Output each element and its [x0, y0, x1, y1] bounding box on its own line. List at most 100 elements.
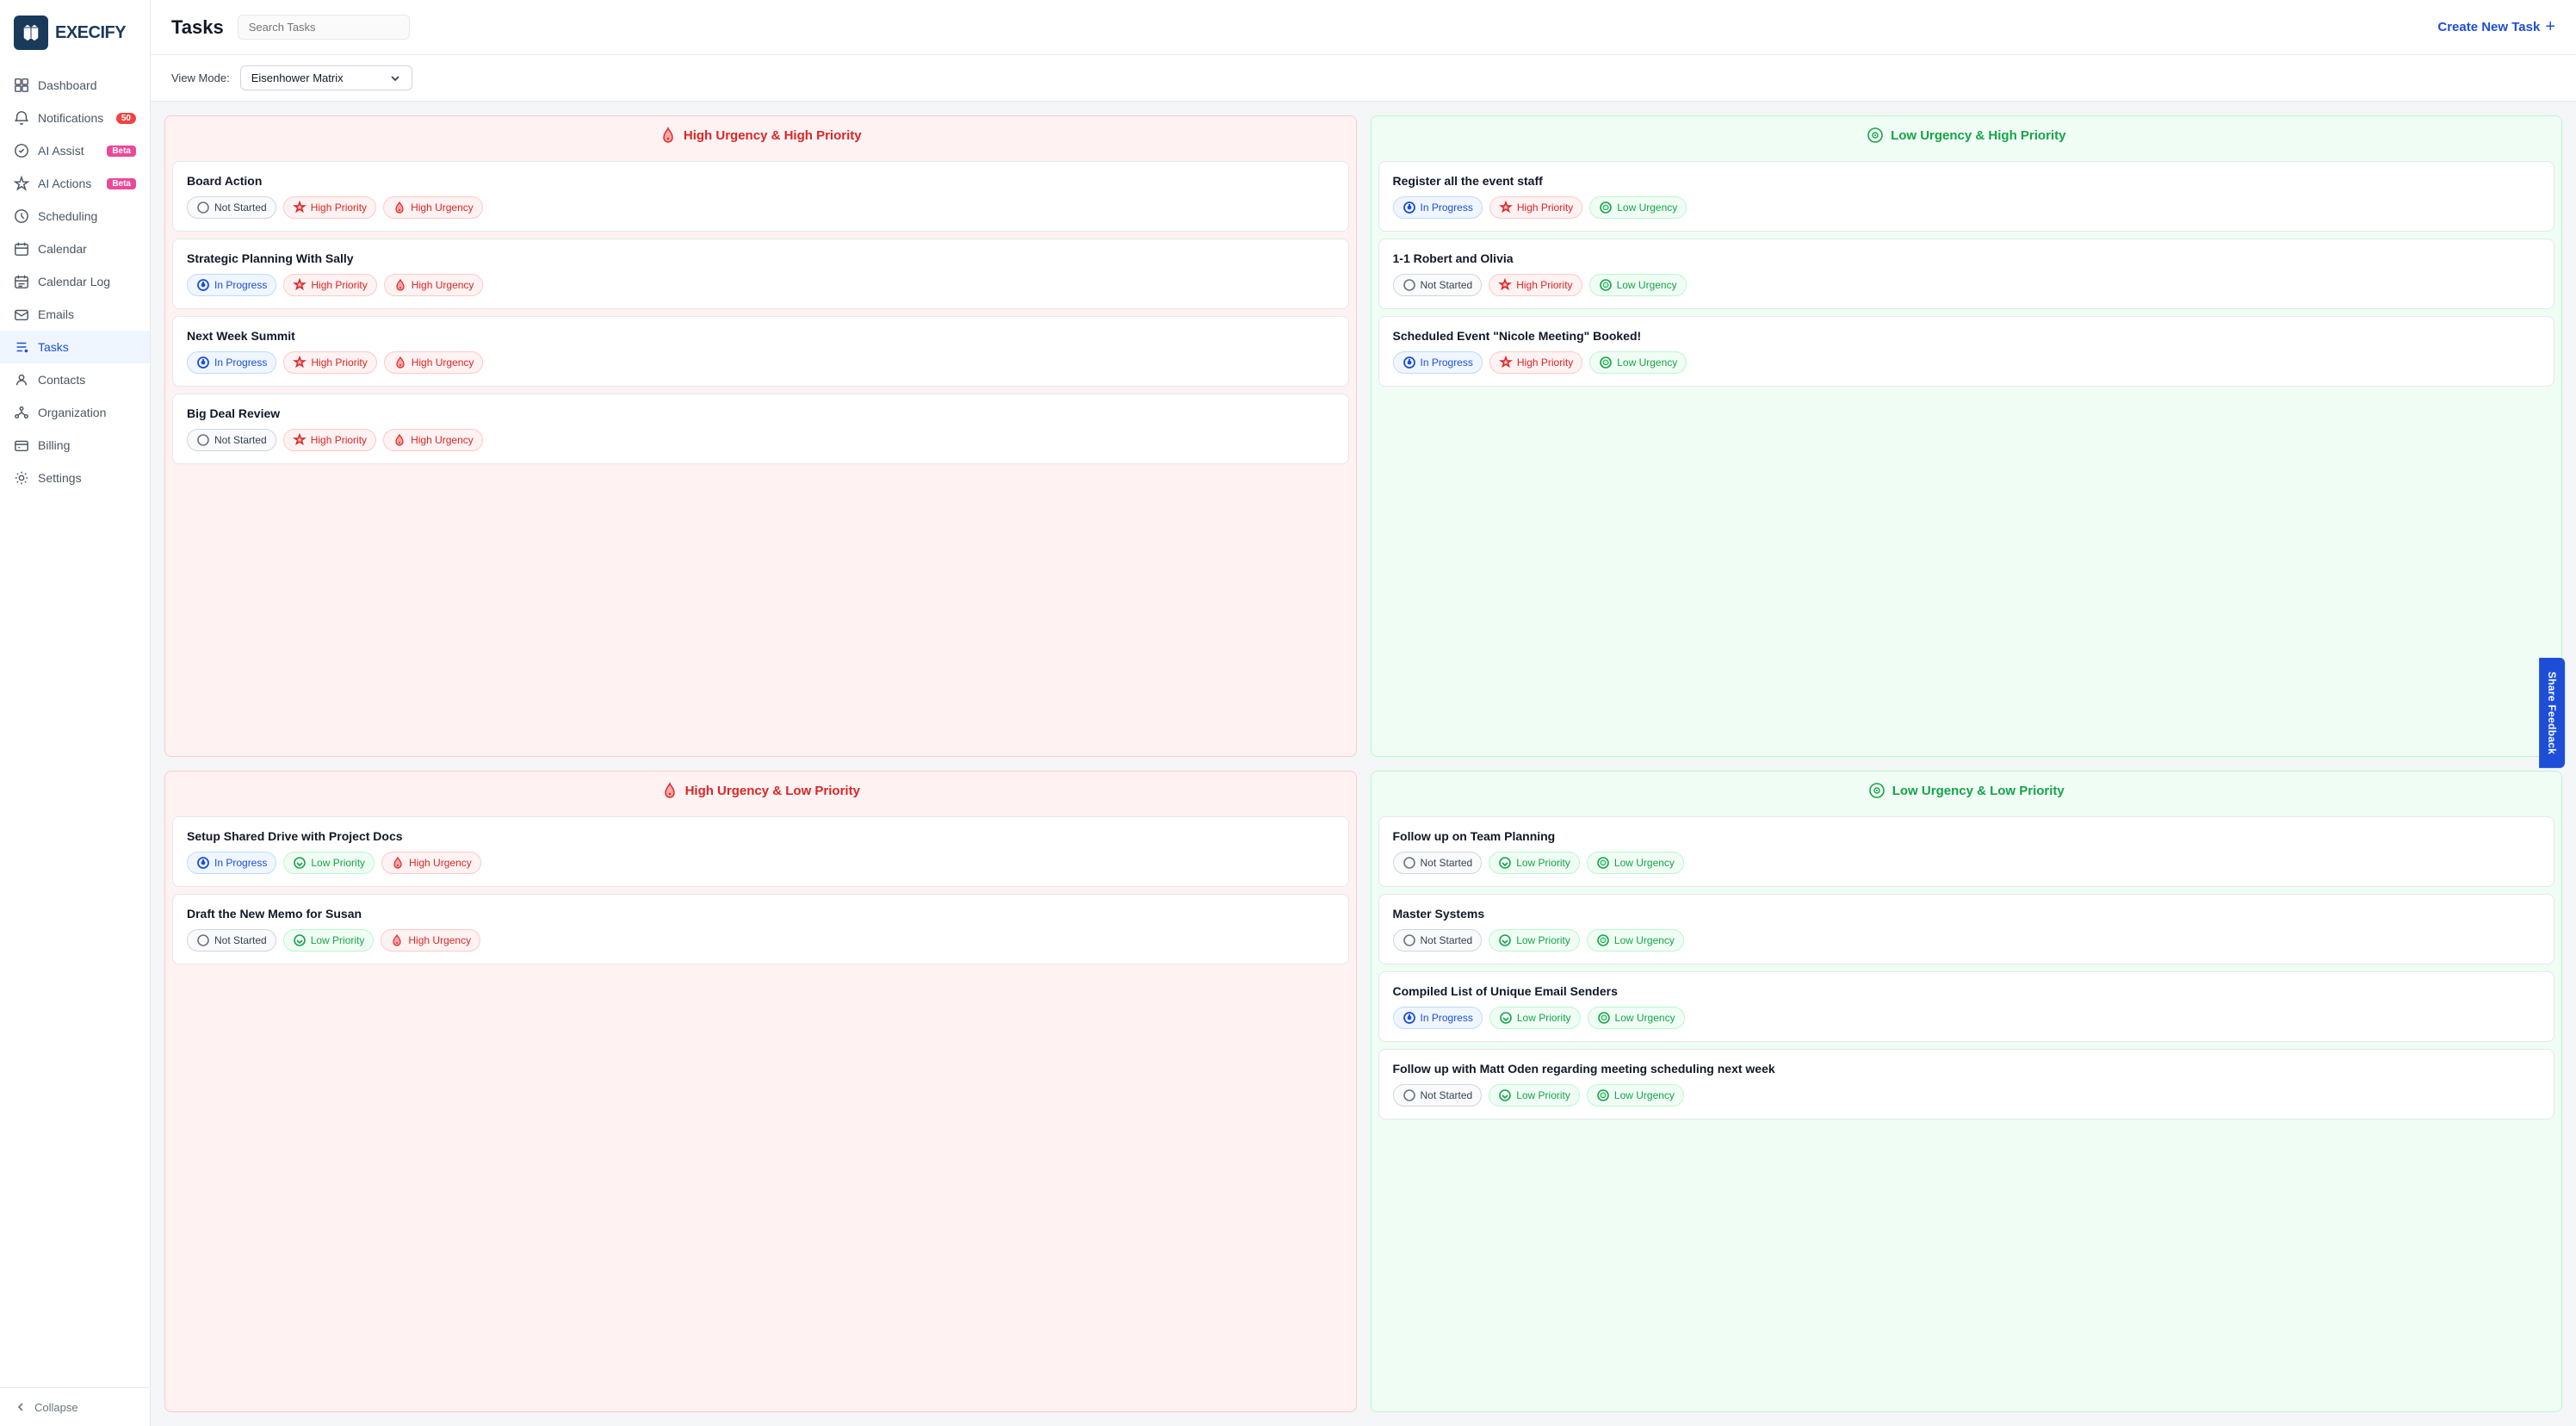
sidebar-item-scheduling[interactable]: Scheduling — [0, 200, 150, 232]
task-badges: In Progress Low Priority Low Urgency — [1393, 1007, 2541, 1029]
task-card[interactable]: Next Week Summit In Progress High Priori… — [172, 316, 1349, 387]
quadrant-body: Board Action Not Started High Priority — [165, 154, 1356, 471]
task-badges: In Progress Low Priority High Urgency — [187, 852, 1334, 874]
priority-badge: Low Priority — [1489, 1084, 1580, 1107]
create-plus-icon: + — [2545, 17, 2555, 37]
dashboard-icon — [14, 78, 29, 93]
quadrant-title: Low Urgency & High Priority — [1891, 128, 2065, 143]
status-badge: Not Started — [1393, 274, 1483, 296]
calendar-icon — [14, 241, 29, 257]
task-title: Setup Shared Drive with Project Docs — [187, 829, 1334, 843]
search-input[interactable] — [238, 15, 410, 40]
sidebar: EXECIFY Dashboard Notifications 50 — [0, 0, 151, 1426]
urgency-badge: Low Urgency — [1587, 852, 1684, 874]
sidebar-item-calendar-log[interactable]: Calendar Log — [0, 265, 150, 298]
task-title: Draft the New Memo for Susan — [187, 907, 1334, 921]
org-icon — [14, 405, 29, 420]
task-title: Next Week Summit — [187, 329, 1334, 343]
urgency-badge: High Urgency — [383, 429, 483, 451]
quadrant-hulp: High Urgency & Low Priority Setup Shared… — [164, 771, 1357, 1412]
urgency-badge: Low Urgency — [1588, 1007, 1685, 1029]
view-mode-value: Eisenhower Matrix — [251, 71, 382, 84]
create-task-button[interactable]: Create New Task + — [2437, 17, 2555, 37]
feedback-tab[interactable]: Share Feedback — [2539, 658, 2565, 768]
priority-badge: Low Priority — [283, 929, 375, 952]
email-icon — [14, 307, 29, 322]
task-card[interactable]: Follow up with Matt Oden regarding meeti… — [1378, 1049, 2555, 1119]
urgency-badge: High Urgency — [381, 929, 480, 952]
sidebar-item-billing[interactable]: Billing — [0, 429, 150, 462]
urgency-badge: High Urgency — [384, 274, 484, 296]
sidebar-item-tasks[interactable]: Tasks — [0, 331, 150, 363]
task-card[interactable]: Follow up on Team Planning Not Started L… — [1378, 816, 2555, 887]
sidebar-item-ai-assist[interactable]: AI Assist Beta — [0, 134, 150, 167]
ai-assist-label: AI Assist — [38, 144, 84, 158]
task-title: 1-1 Robert and Olivia — [1393, 251, 2541, 265]
status-badge: Not Started — [187, 196, 276, 219]
collapse-button[interactable]: Collapse — [0, 1387, 150, 1426]
status-badge: Not Started — [1393, 929, 1483, 952]
billing-icon — [14, 437, 29, 453]
task-badges: In Progress High Priority High Urgency — [187, 274, 1334, 296]
status-badge: Not Started — [187, 429, 276, 451]
task-badges: Not Started Low Priority Low Urgency — [1393, 929, 2541, 952]
task-title: Follow up on Team Planning — [1393, 829, 2541, 843]
quadrant-header: High Urgency & High Priority — [165, 116, 1356, 154]
quadrant-huhp: High Urgency & High Priority Board Actio… — [164, 115, 1357, 757]
task-badges: Not Started High Priority High Urgency — [187, 196, 1334, 219]
priority-badge: High Priority — [283, 429, 376, 451]
status-badge: Not Started — [1393, 852, 1483, 874]
topbar: Tasks Create New Task + — [151, 0, 2576, 55]
status-badge: Not Started — [187, 929, 276, 952]
task-title: Compiled List of Unique Email Senders — [1393, 984, 2541, 998]
organization-label: Organization — [38, 406, 106, 419]
priority-badge: Low Priority — [1489, 1007, 1581, 1029]
task-card[interactable]: 1-1 Robert and Olivia Not Started High P… — [1378, 239, 2555, 309]
quadrant-title: High Urgency & Low Priority — [685, 784, 860, 798]
task-card[interactable]: Draft the New Memo for Susan Not Started… — [172, 894, 1349, 964]
feedback-label: Share Feedback — [2546, 672, 2558, 754]
logo[interactable]: EXECIFY — [0, 0, 150, 62]
sidebar-item-ai-actions[interactable]: AI Actions Beta — [0, 167, 150, 200]
sidebar-item-contacts[interactable]: Contacts — [0, 363, 150, 396]
main-content: Tasks Create New Task + View Mode: Eisen… — [151, 0, 2576, 1426]
urgency-badge: Low Urgency — [1589, 196, 1687, 219]
urgency-badge: Low Urgency — [1587, 929, 1684, 952]
priority-badge: Low Priority — [1489, 852, 1580, 874]
task-card[interactable]: Scheduled Event "Nicole Meeting" Booked!… — [1378, 316, 2555, 387]
urgency-badge: High Urgency — [383, 196, 483, 219]
sidebar-item-dashboard[interactable]: Dashboard — [0, 69, 150, 102]
quadrant-body: Register all the event staff In Progress… — [1372, 154, 2562, 394]
task-badges: Not Started Low Priority Low Urgency — [1393, 852, 2541, 874]
emails-label: Emails — [38, 307, 74, 321]
view-mode-dropdown[interactable]: Eisenhower Matrix — [240, 65, 412, 90]
ai-assist-badge: Beta — [107, 146, 136, 157]
urgency-badge: High Urgency — [381, 852, 481, 874]
priority-badge: High Priority — [1489, 196, 1582, 219]
sidebar-item-organization[interactable]: Organization — [0, 396, 150, 429]
quadrant-lulp: Low Urgency & Low Priority Follow up on … — [1371, 771, 2563, 1412]
task-card[interactable]: Big Deal Review Not Started High Priorit… — [172, 394, 1349, 464]
priority-badge: High Priority — [283, 196, 376, 219]
sidebar-item-settings[interactable]: Settings — [0, 462, 150, 494]
sidebar-item-notifications[interactable]: Notifications 50 — [0, 102, 150, 134]
task-card[interactable]: Strategic Planning With Sally In Progres… — [172, 239, 1349, 309]
task-card[interactable]: Board Action Not Started High Priority — [172, 161, 1349, 232]
sidebar-item-emails[interactable]: Emails — [0, 298, 150, 331]
priority-badge: Low Priority — [283, 852, 375, 874]
task-card[interactable]: Setup Shared Drive with Project Docs In … — [172, 816, 1349, 887]
task-title: Register all the event staff — [1393, 174, 2541, 188]
toolbar: View Mode: Eisenhower Matrix — [151, 55, 2576, 102]
sidebar-nav: Dashboard Notifications 50 AI Assist Bet… — [0, 62, 150, 1387]
notifications-badge: 50 — [116, 113, 136, 124]
task-card[interactable]: Master Systems Not Started Low Priority — [1378, 894, 2555, 964]
task-badges: In Progress High Priority Low Urgency — [1393, 196, 2541, 219]
task-card[interactable]: Compiled List of Unique Email Senders In… — [1378, 971, 2555, 1042]
sidebar-item-calendar[interactable]: Calendar — [0, 232, 150, 265]
scheduling-icon — [14, 208, 29, 224]
task-card[interactable]: Register all the event staff In Progress… — [1378, 161, 2555, 232]
urgency-badge: Low Urgency — [1587, 1084, 1684, 1107]
settings-label: Settings — [38, 471, 82, 485]
task-title: Follow up with Matt Oden regarding meeti… — [1393, 1062, 2541, 1076]
priority-badge: High Priority — [283, 274, 376, 296]
